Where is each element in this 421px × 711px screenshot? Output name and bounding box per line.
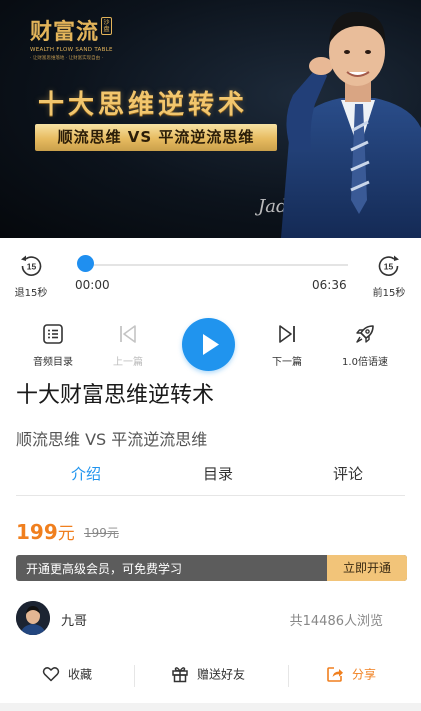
divider <box>288 665 289 687</box>
rewind-15-icon: 15 <box>21 255 42 276</box>
divider <box>134 665 135 687</box>
tab-comments[interactable]: 评论 <box>308 463 388 484</box>
price-amount: 199 <box>16 520 58 544</box>
original-price: 199元 <box>84 526 119 540</box>
skip-back-number: 15 <box>27 262 37 272</box>
tab-catalog[interactable]: 目录 <box>178 463 258 484</box>
logo-badge: 沙盘 <box>101 17 113 35</box>
author-name: 九哥 <box>61 614 88 629</box>
logo-main-text: 财富流 <box>30 19 100 45</box>
play-button[interactable] <box>182 318 235 371</box>
gift-label: 赠送好友 <box>197 667 246 682</box>
skip-back-label: 退15秒 <box>14 288 48 299</box>
previous-track-button[interactable]: 上一篇 <box>98 323 158 368</box>
forward-15-icon: 15 <box>378 255 399 276</box>
audio-catalog-label: 音频目录 <box>33 357 73 368</box>
share-icon <box>327 667 343 682</box>
current-time: 00:00 <box>75 278 110 292</box>
view-count: 共14486人浏览 <box>289 614 383 629</box>
skip-back-button[interactable]: 15 退15秒 <box>14 254 48 299</box>
gift-to-friend-button[interactable]: 赠送好友 <box>171 665 245 687</box>
playback-speed-label: 1.0倍语速 <box>342 357 388 368</box>
progress-track[interactable] <box>80 264 348 266</box>
tab-intro[interactable]: 介绍 <box>46 463 126 484</box>
play-icon <box>203 334 219 355</box>
bottom-action-bar: 收藏 赠送好友 分享 <box>0 657 421 695</box>
skip-previous-icon <box>120 325 136 343</box>
list-icon <box>43 324 63 344</box>
bottom-edge <box>0 703 421 711</box>
content-tabs: 介绍 目录 评论 <box>16 458 405 496</box>
skip-forward-number: 15 <box>384 262 394 272</box>
skip-forward-label: 前15秒 <box>372 288 406 299</box>
course-subtitle: 顺流思维 VS 平流逆流思维 <box>16 430 208 449</box>
logo-english-text: WEALTH FLOW SAND TABLE <box>30 47 113 53</box>
playback-controls: 音频目录 上一篇 下一篇 1.0倍语速 <box>0 318 421 374</box>
playback-speed-button[interactable]: 1.0倍语速 <box>335 323 395 368</box>
banner-title: 十大思维逆转术 <box>38 90 249 120</box>
share-label: 分享 <box>352 667 377 682</box>
rocket-icon <box>356 325 374 343</box>
current-price: 199元 <box>16 519 75 544</box>
logo-slogan: · 让财富思维落地 · 让财富实现自由 · <box>30 56 104 61</box>
author-row: 九哥 共14486人浏览 <box>16 601 405 637</box>
progress-slider-knob[interactable] <box>77 255 94 272</box>
audio-player: 15 退15秒 00:00 06:36 15 前15秒 <box>0 248 421 300</box>
favorite-label: 收藏 <box>68 667 93 682</box>
heart-icon <box>42 667 60 682</box>
speaker-photo <box>281 11 421 238</box>
share-button[interactable]: 分享 <box>326 665 376 687</box>
membership-text: 开通更高级会员，可免费学习 <box>26 562 183 576</box>
course-title: 十大财富思维逆转术 <box>16 383 215 408</box>
banner-ribbon: 顺流思维 VS 平流逆流思维 <box>35 124 277 151</box>
skip-next-icon <box>279 325 295 343</box>
avatar-portrait <box>16 601 50 635</box>
total-duration: 06:36 <box>312 278 347 292</box>
author-avatar[interactable] <box>16 601 50 635</box>
price-unit: 元 <box>57 524 75 544</box>
favorite-button[interactable]: 收藏 <box>42 665 92 687</box>
membership-banner: 开通更高级会员，可免费学习 立即开通 <box>16 555 407 581</box>
brand-logo: 财富流 沙盘 WEALTH FLOW SAND TABLE · 让财富思维落地 ·… <box>30 14 113 61</box>
audio-catalog-button[interactable]: 音频目录 <box>23 323 83 368</box>
open-membership-button[interactable]: 立即开通 <box>327 555 407 581</box>
course-banner: 财富流 沙盘 WEALTH FLOW SAND TABLE · 让财富思维落地 ·… <box>0 0 421 238</box>
gift-icon <box>172 667 188 683</box>
skip-forward-button[interactable]: 15 前15秒 <box>372 254 406 299</box>
next-track-label: 下一篇 <box>272 357 302 368</box>
previous-track-label: 上一篇 <box>113 357 143 368</box>
next-track-button[interactable]: 下一篇 <box>257 323 317 368</box>
